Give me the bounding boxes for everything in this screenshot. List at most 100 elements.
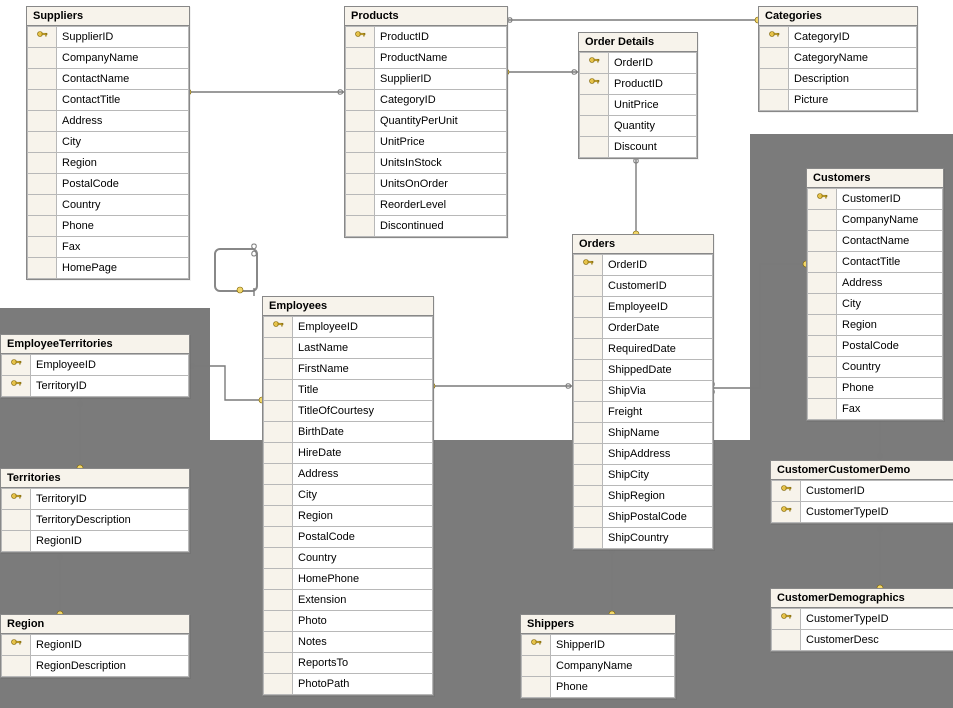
primary-key-icon: [37, 31, 47, 41]
entity-title[interactable]: Employees: [263, 297, 433, 316]
column-name: ContactTitle: [57, 90, 189, 111]
column-name: ShipAddress: [603, 444, 713, 465]
entity-order-details[interactable]: Order DetailsOrderIDProductIDUnitPriceQu…: [578, 32, 698, 159]
column-name: CategoryID: [789, 27, 917, 48]
entity-shippers[interactable]: ShippersShipperIDCompanyNamePhone: [520, 614, 676, 699]
pk-cell: [760, 90, 789, 111]
column-row: CompanyName: [522, 656, 675, 677]
pk-cell: [808, 357, 837, 378]
column-name: TerritoryID: [31, 489, 189, 510]
entity-title[interactable]: Order Details: [579, 33, 697, 52]
primary-key-icon: [11, 639, 21, 649]
entity-customers[interactable]: CustomersCustomerIDCompanyNameContactNam…: [806, 168, 944, 421]
entity-suppliers[interactable]: SuppliersSupplierIDCompanyNameContactNam…: [26, 6, 190, 280]
primary-key-icon: [781, 485, 791, 495]
entity-title[interactable]: Products: [345, 7, 507, 26]
column-row: Freight: [574, 402, 713, 423]
column-row: QuantityPerUnit: [346, 111, 507, 132]
columns-table: OrderIDCustomerIDEmployeeIDOrderDateRequ…: [573, 254, 713, 549]
column-row: Country: [28, 195, 189, 216]
pk-cell: [2, 510, 31, 531]
pk-cell: [808, 315, 837, 336]
entity-title[interactable]: Customers: [807, 169, 943, 188]
column-name: BirthDate: [293, 422, 433, 443]
column-name: Address: [293, 464, 433, 485]
pk-cell: [574, 465, 603, 486]
pk-cell: [808, 336, 837, 357]
column-name: City: [57, 132, 189, 153]
relationship-line: [712, 264, 806, 388]
pk-cell: [28, 153, 57, 174]
entity-title[interactable]: CustomerCustomerDemo: [771, 461, 953, 480]
column-row: CustomerTypeID: [772, 502, 953, 523]
pk-cell: [580, 95, 609, 116]
column-row: Phone: [522, 677, 675, 698]
pk-cell: [264, 422, 293, 443]
pk-cell: [2, 635, 31, 656]
entity-categories[interactable]: CategoriesCategoryIDCategoryNameDescript…: [758, 6, 918, 112]
column-name: Region: [57, 153, 189, 174]
column-name: Notes: [293, 632, 433, 653]
entity-employeeterritories[interactable]: EmployeeTerritoriesEmployeeIDTerritoryID: [0, 334, 190, 398]
entity-title[interactable]: Categories: [759, 7, 917, 26]
column-name: UnitPrice: [375, 132, 507, 153]
pk-cell: [574, 297, 603, 318]
primary-key-icon: [11, 359, 21, 369]
pk-cell: [2, 531, 31, 552]
column-row: City: [264, 485, 433, 506]
entity-customerdemographics[interactable]: CustomerDemographicsCustomerTypeIDCustom…: [770, 588, 953, 652]
column-row: RegionID: [2, 531, 189, 552]
column-name: CustomerID: [603, 276, 713, 297]
column-name: EmployeeID: [293, 317, 433, 338]
pk-cell: [28, 27, 57, 48]
pk-cell: [264, 527, 293, 548]
entity-title[interactable]: EmployeeTerritories: [1, 335, 189, 354]
column-name: Phone: [551, 677, 675, 698]
column-row: UnitPrice: [580, 95, 697, 116]
entity-title[interactable]: Orders: [573, 235, 713, 254]
primary-key-icon: [589, 57, 599, 67]
column-row: Quantity: [580, 116, 697, 137]
column-name: ShippedDate: [603, 360, 713, 381]
columns-table: ShipperIDCompanyNamePhone: [521, 634, 675, 698]
primary-key-icon: [273, 321, 283, 331]
pk-cell: [808, 273, 837, 294]
pk-cell: [2, 656, 31, 677]
pk-cell: [346, 216, 375, 237]
column-name: PhotoPath: [293, 674, 433, 695]
entity-title[interactable]: Region: [1, 615, 189, 634]
entity-region[interactable]: RegionRegionIDRegionDescription: [0, 614, 190, 678]
column-row: Phone: [28, 216, 189, 237]
entity-title[interactable]: Territories: [1, 469, 189, 488]
column-name: CustomerDesc: [801, 630, 953, 651]
entity-title[interactable]: CustomerDemographics: [771, 589, 953, 608]
column-row: HomePage: [28, 258, 189, 279]
entity-title[interactable]: Suppliers: [27, 7, 189, 26]
column-row: Address: [28, 111, 189, 132]
column-name: ProductID: [375, 27, 507, 48]
pk-cell: [760, 48, 789, 69]
entity-territories[interactable]: TerritoriesTerritoryIDTerritoryDescripti…: [0, 468, 190, 553]
pk-cell: [264, 548, 293, 569]
entity-title[interactable]: Shippers: [521, 615, 675, 634]
column-row: OrderDate: [574, 318, 713, 339]
pk-cell: [2, 376, 31, 397]
pk-cell: [28, 69, 57, 90]
entity-customercustomerdemo[interactable]: CustomerCustomerDemoCustomerIDCustomerTy…: [770, 460, 953, 524]
entity-orders[interactable]: OrdersOrderIDCustomerIDEmployeeIDOrderDa…: [572, 234, 714, 550]
column-row: Discount: [580, 137, 697, 158]
pk-cell: [574, 339, 603, 360]
column-name: SupplierID: [57, 27, 189, 48]
pk-cell: [574, 444, 603, 465]
entity-employees[interactable]: EmployeesEmployeeIDLastNameFirstNameTitl…: [262, 296, 434, 696]
column-row: Region: [264, 506, 433, 527]
column-name: ShipPostalCode: [603, 507, 713, 528]
column-row: OrderID: [574, 255, 713, 276]
column-name: City: [293, 485, 433, 506]
pk-cell: [808, 399, 837, 420]
column-row: PhotoPath: [264, 674, 433, 695]
column-name: PostalCode: [57, 174, 189, 195]
column-row: ProductID: [346, 27, 507, 48]
entity-products[interactable]: ProductsProductIDProductNameSupplierIDCa…: [344, 6, 508, 238]
pk-cell: [264, 611, 293, 632]
